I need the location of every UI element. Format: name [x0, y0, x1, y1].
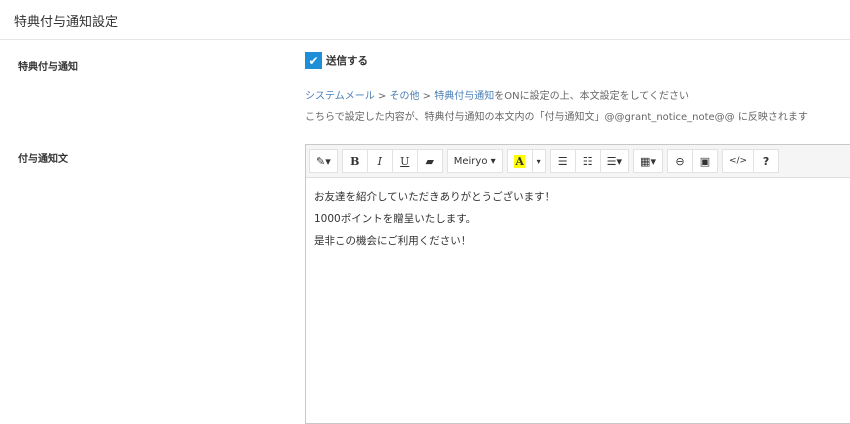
- content-line: 1000ポイントを贈呈いたします。: [314, 213, 477, 225]
- send-checkbox-label: 送信する: [326, 55, 368, 67]
- underline-button[interactable]: U: [391, 149, 418, 173]
- rich-text-editor[interactable]: ✎▾ B I U ▰ Meiryo ▾ A ▾ ☰ ☷ ☰▾ ▦▾ ⊖ ▣ </…: [305, 144, 850, 424]
- content-line: 是非この機会にご利用ください！: [314, 235, 472, 247]
- help-icon[interactable]: ?: [753, 149, 780, 173]
- table-icon[interactable]: ▦▾: [633, 149, 663, 173]
- hint-suffix: をONに設定の上、本文設定をしてください: [494, 91, 689, 102]
- code-view-icon[interactable]: </>: [721, 149, 755, 173]
- breadcrumb-other[interactable]: その他: [389, 91, 419, 102]
- font-select[interactable]: Meiryo ▾: [446, 149, 503, 173]
- color-a-icon: A: [514, 154, 525, 168]
- breadcrumb-sep: >: [422, 91, 432, 102]
- bold-button[interactable]: B: [341, 149, 368, 173]
- color-caret[interactable]: ▾: [531, 149, 546, 173]
- page-title: 特典付与通知設定: [0, 0, 850, 40]
- link-icon[interactable]: ⊖: [666, 149, 693, 173]
- editor-content[interactable]: お友達を紹介していただきありがとうございます！ 1000ポイントを贈呈いたします…: [306, 178, 850, 260]
- content-line: お友達を紹介していただきありがとうございます！: [314, 191, 556, 203]
- breadcrumb-sep: >: [377, 91, 387, 102]
- breadcrumb-grant-notice[interactable]: 特典付与通知: [434, 91, 494, 102]
- send-checkbox[interactable]: ✔ 送信する: [305, 52, 368, 69]
- check-icon: ✔: [305, 52, 322, 69]
- breadcrumb-system-mail[interactable]: システムメール: [305, 91, 375, 102]
- notice-label: 特典付与通知: [18, 62, 78, 73]
- editor-toolbar: ✎▾ B I U ▰ Meiryo ▾ A ▾ ☰ ☷ ☰▾ ▦▾ ⊖ ▣ </…: [306, 145, 850, 178]
- unordered-list-icon[interactable]: ☰: [549, 149, 576, 173]
- eraser-icon[interactable]: ▰: [416, 149, 443, 173]
- ordered-list-icon[interactable]: ☷: [574, 149, 601, 173]
- text-color-button[interactable]: A: [506, 149, 533, 173]
- body-label: 付与通知文: [18, 154, 68, 165]
- magic-wand-icon[interactable]: ✎▾: [309, 149, 338, 173]
- hint-line-1: システムメール > その他 > 特典付与通知をONに設定の上、本文設定をしてくだ…: [305, 87, 689, 102]
- hint-line-2: こちらで設定した内容が、特典付与通知の本文内の「付与通知文」@@grant_no…: [305, 112, 808, 123]
- image-icon[interactable]: ▣: [691, 149, 718, 173]
- align-icon[interactable]: ☰▾: [599, 149, 630, 173]
- italic-button[interactable]: I: [366, 149, 393, 173]
